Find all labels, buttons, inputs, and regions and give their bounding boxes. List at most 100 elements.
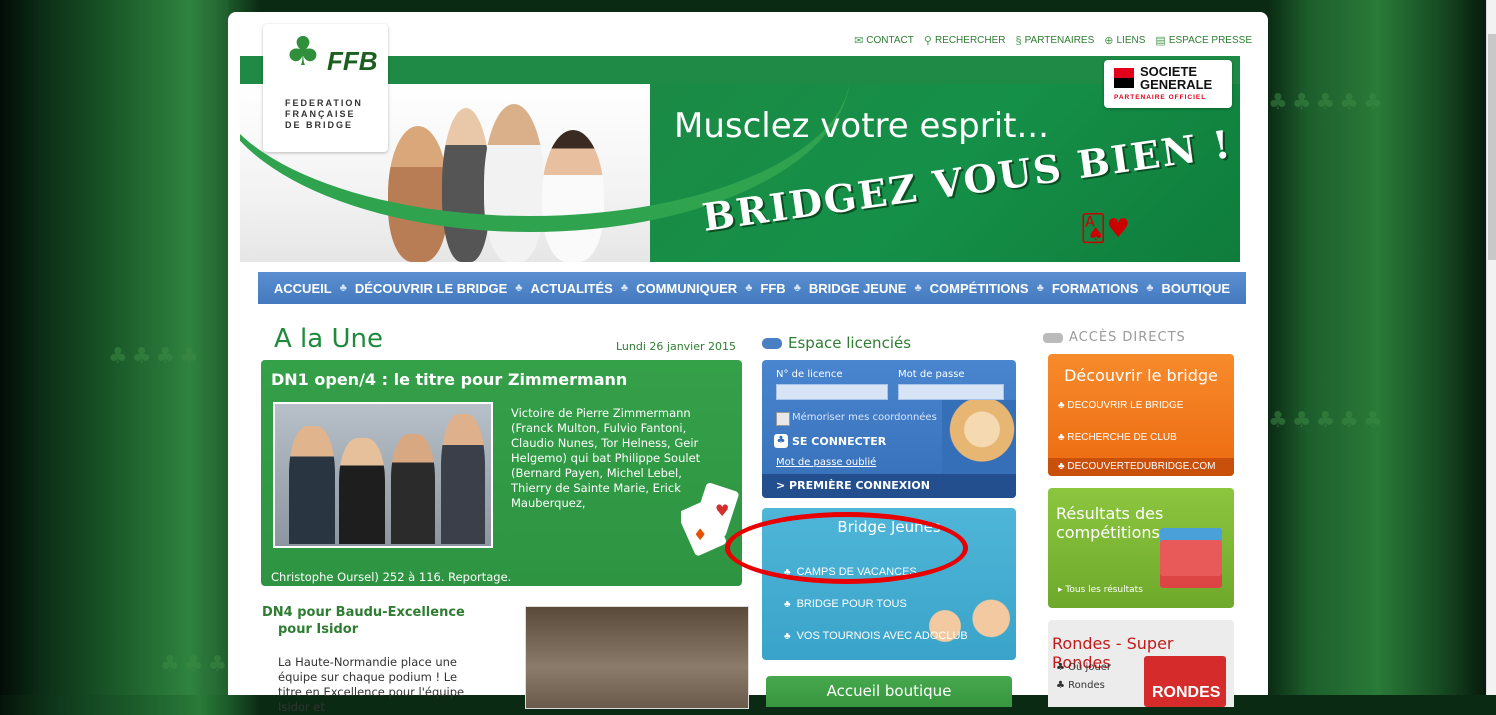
decouverte-site-label: DECOUVERTEDUBRIDGE.COM [1067,461,1216,472]
remember-label: Mémoriser mes coordonnées [792,412,937,423]
nav-formations[interactable]: FORMATIONS [1052,281,1138,296]
photo-person [289,426,335,544]
nav-decouvrir[interactable]: DÉCOUVRIR LE BRIDGE [355,281,507,296]
nav-bridge-jeune[interactable]: BRIDGE JEUNE [809,281,907,296]
remember-checkbox[interactable] [776,412,790,426]
playing-cards-icon: 🂡♥ [1080,214,1130,244]
forgot-password-link[interactable]: Mot de passe oublié [776,457,876,468]
club-pattern-right-top: ♣♣♣♣♣ [1268,90,1387,115]
rondes-link[interactable]: ♣ Rondes [1056,680,1105,691]
boutique-panel[interactable]: Accueil boutique [766,676,1012,707]
featured-article-photo[interactable] [273,402,493,548]
main-nav: ACCUEIL ♣ DÉCOUVRIR LE BRIDGE ♣ ACTUALITÉS… [258,272,1246,304]
page-container: ✉ CONTACT ⚲ RECHERCHER § PARTENAIRES ⊕ LIENS… [228,12,1268,714]
club-pattern-right: ♣♣♣♣♣ [1268,408,1387,433]
ou-jouer-link[interactable]: ♣ Où jouer [1056,662,1111,673]
licence-label: N° de licence [776,369,843,380]
logo-fullname: FEDERATION FRANÇAISE DE BRIDGE [285,98,363,131]
club-bullet-icon: ♣ [784,630,791,642]
logo-line3: DE BRIDGE [285,120,354,130]
club-search-link[interactable]: ♣ RECHERCHE DE CLUB [1058,432,1177,443]
nav-boutique[interactable]: BOUTIQUE [1161,281,1230,296]
photo-person [391,434,435,544]
rondes-label: Rondes [1068,680,1105,691]
acces-directs-title: ACCÈS DIRECTS [1043,330,1186,345]
club-separator-icon: ♣ [1036,282,1044,294]
sponsor-subtitle: PARTENAIRE OFFICIEL [1114,94,1207,101]
first-connection-button[interactable]: > PREMIÈRE CONNEXION [762,474,1016,498]
section-date: Lundi 26 janvier 2015 [616,340,737,353]
search-icon: ⚲ [923,35,932,47]
boutique-title: Accueil boutique [826,682,952,700]
nav-actualites[interactable]: ACTUALITÉS [531,281,613,296]
scrollbar-thumb[interactable] [1488,34,1496,260]
photo-person [339,438,385,544]
highlight-circle [725,512,968,584]
club-separator-icon: ♣ [339,282,347,294]
rondes-panel: Rondes - Super Rondes ♣ Où jouer ♣ Ronde… [1048,620,1234,707]
tree-icon: ♣ [285,29,321,75]
password-input[interactable] [898,384,1004,400]
featured-article-summary-end: Christophe Oursel) 252 à 116. Reportage. [271,570,512,584]
club-bullet-icon: ♣ [1058,432,1068,443]
search-link[interactable]: ⚲ RECHERCHER [924,34,1006,47]
decouvrir-panel: Découvrir le bridge ♣ DECOUVRIR LE BRIDG… [1048,354,1234,476]
nav-ffb[interactable]: FFB [760,281,785,296]
adoclub-label: VOS TOURNOIS AVEC ADOCLUB [796,630,968,642]
rondes-logo[interactable]: RONDES [1144,656,1226,707]
partners-label: PARTENAIRES [1024,35,1095,46]
club-separator-icon: ♣ [515,282,523,294]
sponsor-name-line2: GENERALE [1140,77,1213,92]
resultats-panel[interactable]: Résultats des compétitions ▸ Tous les rés… [1048,488,1234,608]
all-results-label: Tous les résultats [1065,585,1143,595]
logo-line1: FEDERATION [285,98,363,108]
club-separator-icon: ♣ [914,282,922,294]
club-bullet-icon: ♣ [1058,400,1068,411]
connect-button[interactable]: ♣ SE CONNECTER [774,434,886,448]
svg-text:♥: ♥ [715,501,729,520]
club-bullet-icon: ♣ [1058,461,1068,472]
links-icon: ⊕ [1104,35,1114,47]
contact-link[interactable]: ✉ CONTACT [854,34,914,47]
featured-article[interactable]: DN1 open/4 : le titre pour Zimmermann Vi… [261,360,742,586]
decouvrir-title[interactable]: Découvrir le bridge [1048,366,1234,385]
club-separator-icon: ♣ [793,282,801,294]
press-label: ESPACE PRESSE [1168,35,1252,46]
sponsor-name: SOCIETE GENERALE [1140,65,1212,91]
press-link[interactable]: ▤ ESPACE PRESSE [1155,34,1252,47]
arrow-toggle-icon [1043,332,1063,343]
scrollbar[interactable] [1486,0,1496,695]
featured-article-summary: Victoire de Pierre Zimmermann (Franck Mu… [511,406,701,510]
nav-communiquer[interactable]: COMMUNIQUER [636,281,737,296]
sponsor-logo[interactable]: SOCIETE GENERALE PARTENAIRE OFFICIEL [1104,60,1232,108]
news-title-line2: pour Isidor [278,622,359,637]
decouvrir-link[interactable]: ♣ DECOUVRIR LE BRIDGE [1058,400,1183,411]
bridge-pour-tous-link[interactable]: ♣ BRIDGE POUR TOUS [784,598,907,610]
rondes-logo-label: RONDES [1152,684,1221,701]
ffb-logo[interactable]: ♣ FFB FEDERATION FRANÇAISE DE BRIDGE [263,24,388,152]
decouvrir-link-label: DECOUVRIR LE BRIDGE [1067,400,1184,411]
connect-label: SE CONNECTER [792,434,887,448]
all-results-link[interactable]: ▸ Tous les résultats [1058,585,1143,595]
licence-input[interactable] [776,384,888,400]
featured-article-title[interactable]: DN1 open/4 : le titre pour Zimmermann [271,370,627,389]
news-article-title[interactable]: DN4 pour Baudu-Excellence pour Isidor [262,604,465,638]
lock-icon: ♣ [774,434,788,448]
nav-accueil[interactable]: ACCUEIL [274,281,332,296]
espace-title-label: Espace licenciés [788,334,912,352]
nav-competitions[interactable]: COMPÉTITIONS [930,281,1029,296]
partners-icon: § [1015,34,1022,47]
logo-line2: FRANÇAISE [285,109,356,119]
decouverte-site-link[interactable]: ♣ DECOUVERTEDUBRIDGE.COM [1058,461,1216,472]
bridge-pour-tous-label: BRIDGE POUR TOUS [796,598,907,610]
club-bullet-icon: ♣ [784,598,791,610]
partners-link[interactable]: § PARTENAIRES [1016,34,1095,47]
kids-illustration [912,588,1016,660]
search-label: RECHERCHER [934,35,1006,46]
club-bullet-icon: ♣ [1056,662,1069,673]
resultats-title-line1: Résultats des [1056,504,1164,523]
adoclub-link[interactable]: ♣ VOS TOURNOIS AVEC ADOCLUB [784,630,968,642]
espace-licencies-title: Espace licenciés [762,334,911,352]
links-link[interactable]: ⊕ LIENS [1104,34,1145,47]
news-article-photo[interactable] [525,606,749,709]
